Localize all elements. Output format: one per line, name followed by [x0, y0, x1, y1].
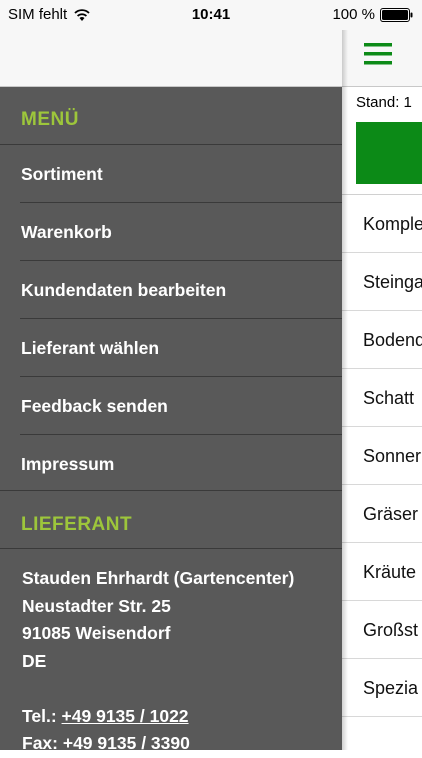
supplier-name: Stauden Ehrhardt (Gartencenter) [22, 568, 295, 588]
hamburger-menu-icon[interactable] [364, 43, 392, 65]
menu-item-feedback[interactable]: Feedback senden [20, 376, 342, 434]
main-content: Stand: 1 Komple Steinga Bodend Schatt So… [342, 0, 422, 750]
category-item[interactable]: Spezia [342, 659, 422, 717]
section-divider [0, 490, 342, 491]
supplier-city: 91085 Weisendorf [22, 623, 171, 643]
green-banner-button[interactable] [356, 122, 422, 184]
battery-percentage: 100 % [332, 6, 375, 23]
supplier-info: Stauden Ehrhardt (Gartencenter) Neustadt… [22, 565, 294, 758]
drawer-shadow [342, 0, 348, 750]
category-label: Steinga [363, 272, 422, 292]
supplier-country: DE [22, 650, 47, 671]
menu-item-lieferant-waehlen[interactable]: Lieferant wählen [20, 318, 342, 376]
category-label: Kräute [363, 562, 417, 582]
menu-item-warenkorb[interactable]: Warenkorb [20, 202, 342, 260]
category-label: Bodend [363, 330, 422, 350]
side-drawer: MENÜ Sortiment Warenkorb Kundendaten bea… [0, 0, 342, 753]
category-item[interactable]: Bodend [342, 311, 422, 369]
battery-icon [380, 7, 413, 22]
category-item[interactable]: Komple [342, 195, 422, 253]
category-list: Komple Steinga Bodend Schatt Sonner Gräs… [342, 195, 422, 717]
phone-label: Tel.: [22, 705, 62, 726]
menu-item-label: Lieferant wählen [21, 338, 160, 358]
section-divider [0, 548, 342, 549]
menu-item-sortiment[interactable]: Sortiment [0, 144, 342, 202]
menu-list: Sortiment Warenkorb Kundendaten bearbeit… [0, 144, 342, 492]
status-right: 100 % [332, 6, 414, 23]
phone-link[interactable]: +49 9135 / 1022 [62, 706, 189, 726]
menu-item-impressum[interactable]: Impressum [20, 434, 342, 492]
category-label: Spezia [363, 678, 419, 698]
category-label: Gräser [363, 504, 419, 524]
supplier-fax-row: Fax: +49 9135 / 3390 [22, 730, 294, 758]
menu-item-label: Feedback senden [21, 396, 168, 416]
menu-item-label: Kundendaten bearbeiten [21, 280, 227, 300]
category-label: Großst [363, 620, 419, 640]
fax-number: +49 9135 / 3390 [62, 733, 190, 753]
category-item[interactable]: Steinga [342, 253, 422, 311]
category-label: Schatt [363, 388, 415, 408]
menu-item-label: Impressum [21, 454, 115, 474]
menu-item-label: Warenkorb [21, 222, 112, 242]
category-item[interactable]: Kräute [342, 543, 422, 601]
menu-item-kundendaten[interactable]: Kundendaten bearbeiten [20, 260, 342, 318]
supplier-phone-row: Tel.: +49 9135 / 1022 [22, 703, 294, 731]
status-bar: SIM fehlt 10:41 100 % [0, 0, 422, 30]
category-item[interactable]: Großst [342, 601, 422, 659]
category-item[interactable]: Schatt [342, 369, 422, 427]
category-label: Sonner [363, 446, 422, 466]
fax-label: Fax: [22, 733, 63, 753]
menu-section-title: MENÜ [21, 109, 79, 130]
menu-item-label: Sortiment [21, 164, 103, 184]
stand-label: Stand: 1 [356, 94, 412, 111]
category-item[interactable]: Gräser [342, 485, 422, 543]
supplier-street: Neustadter Str. 25 [22, 595, 171, 616]
category-label: Komple [363, 214, 422, 234]
category-item[interactable]: Sonner [342, 427, 422, 485]
supplier-section-title: LIEFERANT [21, 514, 133, 535]
